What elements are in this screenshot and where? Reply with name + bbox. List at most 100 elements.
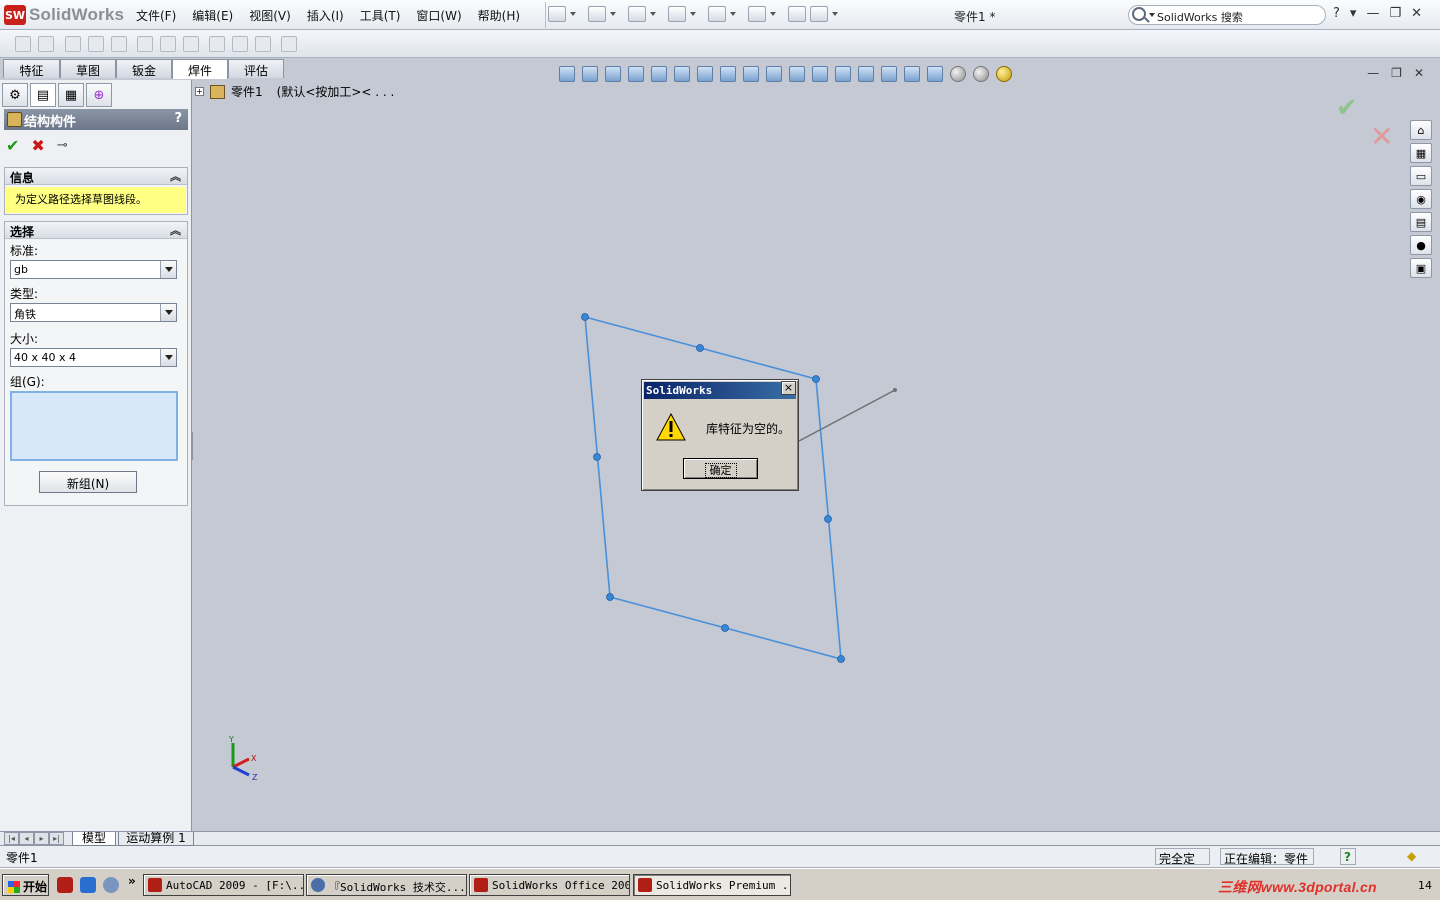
expand-icon[interactable]: + bbox=[195, 87, 204, 96]
graphics-area[interactable]: — ❐ ✕ + 零件1 (默认<按加工>< . . . ✔ ✕ Y X Z bbox=[193, 66, 1440, 831]
confirmation-ok-icon[interactable]: ✔ bbox=[1336, 93, 1358, 123]
search-3d-icon[interactable]: ◉ bbox=[1410, 189, 1432, 209]
display-style-icon[interactable] bbox=[858, 66, 874, 82]
start-button[interactable]: 开始 bbox=[2, 874, 49, 896]
menu-help[interactable]: 帮助(H) bbox=[478, 7, 520, 24]
trimetric-view-icon[interactable] bbox=[789, 66, 805, 82]
options-icon[interactable] bbox=[810, 6, 828, 22]
zoom-to-area-icon[interactable] bbox=[582, 66, 598, 82]
save-icon[interactable] bbox=[628, 6, 646, 22]
search-dropdown-icon[interactable] bbox=[1149, 13, 1155, 17]
view-settings-icon[interactable] bbox=[973, 66, 989, 82]
minimize-button[interactable]: — bbox=[1366, 6, 1379, 21]
undo-dropdown-icon[interactable] bbox=[730, 12, 736, 16]
top-view-icon[interactable] bbox=[720, 66, 736, 82]
smart-dimension-icon[interactable] bbox=[38, 36, 54, 52]
tab-features[interactable]: 特征 bbox=[3, 59, 60, 78]
selection-group-header[interactable]: 选择 ︽ bbox=[5, 222, 187, 239]
chevron-down-icon[interactable] bbox=[160, 261, 176, 278]
chevron-down-icon[interactable] bbox=[160, 304, 176, 321]
sketch-vertex[interactable] bbox=[606, 593, 614, 601]
bottom-view-icon[interactable] bbox=[743, 66, 759, 82]
new-dropdown-icon[interactable] bbox=[570, 12, 576, 16]
taskbar-item-autocad[interactable]: AutoCAD 2009 - [F:\... bbox=[143, 874, 304, 896]
ok-check-icon[interactable]: ✔ bbox=[6, 136, 19, 155]
help-icon[interactable]: ? bbox=[1333, 6, 1340, 21]
new-document-icon[interactable] bbox=[548, 6, 566, 22]
open-folder-icon[interactable] bbox=[588, 6, 606, 22]
isometric-view-icon[interactable] bbox=[766, 66, 782, 82]
quick-tips-icon[interactable]: ? bbox=[1340, 848, 1356, 865]
solidworks-quicklaunch-icon[interactable] bbox=[57, 877, 73, 893]
section-view-icon[interactable] bbox=[904, 66, 920, 82]
property-manager-tab-icon[interactable]: ▤ bbox=[30, 83, 56, 107]
menu-view[interactable]: 视图(V) bbox=[249, 7, 291, 24]
menu-edit[interactable]: 编辑(E) bbox=[192, 7, 233, 24]
doc-minimize-icon[interactable]: — bbox=[1367, 66, 1379, 80]
standard-select[interactable]: gb bbox=[10, 260, 177, 279]
sketch-midpoint[interactable] bbox=[696, 344, 704, 352]
configuration-manager-tab-icon[interactable]: ▦ bbox=[58, 83, 84, 107]
view-orientation-icon[interactable] bbox=[835, 66, 851, 82]
sketch-vertex[interactable] bbox=[837, 655, 845, 663]
ie-quicklaunch-icon[interactable] bbox=[80, 877, 96, 893]
home-icon[interactable]: ⌂ bbox=[1410, 120, 1432, 140]
custom-properties-icon[interactable]: ▣ bbox=[1410, 258, 1432, 278]
print-dropdown-icon[interactable] bbox=[690, 12, 696, 16]
solidworks-logo[interactable]: SW SolidWorks bbox=[4, 3, 124, 27]
collapse-chevron-icon[interactable]: ︽ bbox=[170, 168, 181, 184]
messenger-quicklaunch-icon[interactable] bbox=[103, 877, 119, 893]
sketch-midpoint[interactable] bbox=[824, 515, 832, 523]
pushpin-icon[interactable]: ⊸ bbox=[57, 138, 68, 153]
first-tab-icon[interactable]: |◂ bbox=[4, 832, 19, 845]
dimetric-view-icon[interactable] bbox=[812, 66, 828, 82]
dimxpert-tab-icon[interactable]: ⊕ bbox=[86, 83, 112, 107]
open-dropdown-icon[interactable] bbox=[610, 12, 616, 16]
next-tab-icon[interactable]: ▸ bbox=[34, 832, 49, 845]
help-icon[interactable]: ? bbox=[174, 111, 182, 126]
doc-restore-icon[interactable]: ❐ bbox=[1391, 66, 1402, 80]
file-explorer-icon[interactable]: ▭ bbox=[1410, 166, 1432, 186]
end-cap-icon[interactable] bbox=[111, 36, 127, 52]
collapse-chevron-icon[interactable]: ︽ bbox=[170, 222, 181, 238]
appearances-icon[interactable]: ● bbox=[1410, 235, 1432, 255]
rebuild-icon[interactable] bbox=[788, 6, 806, 22]
select-cursor-icon[interactable] bbox=[748, 6, 766, 22]
hole-wizard-icon[interactable] bbox=[232, 36, 248, 52]
taskbar-item-solidworks-premium[interactable]: SolidWorks Premium ... bbox=[633, 874, 791, 896]
edit-appearance-icon[interactable] bbox=[927, 66, 943, 82]
realview-icon[interactable] bbox=[996, 66, 1012, 82]
menu-window[interactable]: 窗口(W) bbox=[416, 7, 461, 24]
gusset-icon[interactable] bbox=[137, 36, 153, 52]
menu-tools[interactable]: 工具(T) bbox=[360, 7, 401, 24]
dialog-ok-button[interactable]: 确定 bbox=[683, 458, 758, 479]
tab-evaluate[interactable]: 评估 bbox=[228, 59, 284, 78]
sketch-vertex[interactable] bbox=[581, 313, 589, 321]
size-select[interactable]: 40 x 40 x 4 bbox=[10, 348, 177, 367]
reference-geometry-icon[interactable] bbox=[281, 36, 297, 52]
prev-tab-icon[interactable]: ◂ bbox=[19, 832, 34, 845]
info-group-header[interactable]: 信息 ︽ bbox=[5, 168, 187, 185]
apply-scene-icon[interactable] bbox=[950, 66, 966, 82]
save-dropdown-icon[interactable] bbox=[650, 12, 656, 16]
extrude-cut-icon[interactable] bbox=[209, 36, 225, 52]
tab-sketch[interactable]: 草图 bbox=[60, 59, 116, 78]
back-view-icon[interactable] bbox=[651, 66, 667, 82]
undo-icon[interactable] bbox=[708, 6, 726, 22]
new-group-button[interactable]: 新组(N) bbox=[39, 471, 137, 493]
sketch-canvas[interactable] bbox=[193, 80, 1440, 831]
part-name[interactable]: 零件1 bbox=[231, 83, 263, 100]
select-dropdown-icon[interactable] bbox=[770, 12, 776, 16]
close-button[interactable]: ✕ bbox=[1411, 6, 1422, 21]
hide-show-items-icon[interactable] bbox=[881, 66, 897, 82]
sketch-vertex[interactable] bbox=[812, 375, 820, 383]
front-view-icon[interactable] bbox=[628, 66, 644, 82]
sketch-midpoint[interactable] bbox=[721, 624, 729, 632]
zoom-to-fit-icon[interactable] bbox=[559, 66, 575, 82]
view-palette-icon[interactable]: ▤ bbox=[1410, 212, 1432, 232]
sketch-icon[interactable] bbox=[15, 36, 31, 52]
previous-view-icon[interactable] bbox=[605, 66, 621, 82]
taskbar-item-solidworks-office[interactable]: SolidWorks Office 2009 bbox=[469, 874, 630, 896]
chevron-down-icon[interactable] bbox=[160, 349, 176, 366]
search-input[interactable]: SolidWorks 搜索 bbox=[1128, 5, 1326, 25]
